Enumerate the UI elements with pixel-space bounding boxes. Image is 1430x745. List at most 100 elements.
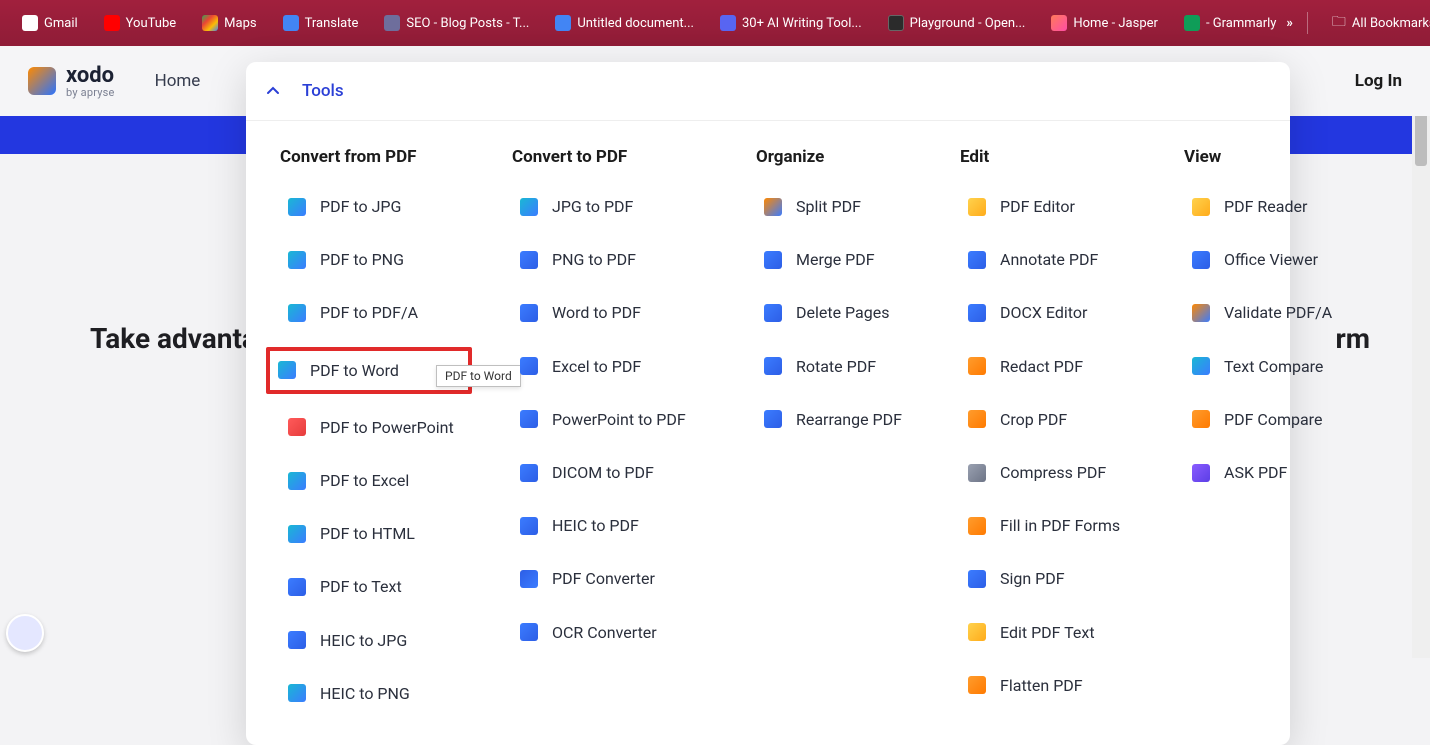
- tool-label: Excel to PDF: [552, 357, 641, 376]
- bookmark-seo[interactable]: SEO - Blog Posts - T...: [374, 11, 539, 35]
- separator: [1307, 12, 1308, 34]
- tool-heic-to-pdf[interactable]: HEIC to PDF: [512, 506, 722, 545]
- tools-menu-title: Tools: [302, 81, 344, 101]
- tool-label: Annotate PDF: [1000, 250, 1098, 269]
- tool-pdf-compare[interactable]: PDF Compare: [1184, 400, 1354, 439]
- chat-bubble[interactable]: [6, 614, 44, 652]
- tool-delete-pages[interactable]: Delete Pages: [756, 293, 926, 332]
- reader-icon: [1192, 198, 1210, 216]
- brand[interactable]: xodo by apryse: [28, 65, 115, 98]
- col-title: Convert from PDF: [280, 147, 478, 167]
- bookmark-translate[interactable]: Translate: [273, 11, 369, 35]
- bookmark-grammarly[interactable]: - Grammarly: [1174, 11, 1286, 35]
- col-convert-from-pdf: Convert from PDF PDF to JPG PDF to PNG P…: [280, 147, 478, 727]
- tool-fill-forms[interactable]: Fill in PDF Forms: [960, 506, 1150, 545]
- bookmark-label: SEO - Blog Posts - T...: [406, 16, 529, 31]
- bookmarks-left: Gmail YouTube Maps Translate SEO - Blog …: [12, 11, 1286, 35]
- tool-ocr-converter[interactable]: OCR Converter: [512, 613, 722, 652]
- file-icon: [288, 525, 306, 543]
- tool-pdf-to-png[interactable]: PDF to PNG: [280, 240, 478, 279]
- tool-dicom-to-pdf[interactable]: DICOM to PDF: [512, 453, 722, 492]
- tool-word-to-pdf[interactable]: Word to PDF: [512, 293, 722, 332]
- tool-text-compare[interactable]: Text Compare: [1184, 347, 1354, 386]
- tool-pdf-converter[interactable]: PDF Converter: [512, 559, 722, 598]
- tool-edit-pdf-text[interactable]: Edit PDF Text: [960, 613, 1150, 652]
- annotate-icon: [968, 251, 986, 269]
- tool-pdf-to-html[interactable]: PDF to HTML: [280, 514, 478, 553]
- translate-icon: [283, 15, 299, 31]
- bookmarks-overflow[interactable]: »: [1286, 16, 1293, 31]
- tool-heic-to-png[interactable]: HEIC to PNG: [280, 674, 478, 713]
- tool-sign-pdf[interactable]: Sign PDF: [960, 559, 1150, 598]
- tool-split-pdf[interactable]: Split PDF: [756, 187, 926, 226]
- folder-icon: 🗀: [1332, 11, 1346, 35]
- tool-label: PDF Compare: [1224, 410, 1322, 429]
- tool-crop-pdf[interactable]: Crop PDF: [960, 400, 1150, 439]
- tool-annotate-pdf[interactable]: Annotate PDF: [960, 240, 1150, 279]
- tool-pdf-to-text[interactable]: PDF to Text: [280, 567, 478, 606]
- file-icon: [520, 517, 538, 535]
- tool-rearrange-pdf[interactable]: Rearrange PDF: [756, 400, 926, 439]
- tool-ask-pdf[interactable]: ASK PDF: [1184, 453, 1354, 492]
- col-title: Organize: [756, 147, 926, 167]
- tool-validate-pdfa[interactable]: Validate PDF/A: [1184, 293, 1354, 332]
- bookmark-untitled-doc[interactable]: Untitled document...: [545, 11, 704, 35]
- login-link[interactable]: Log In: [1355, 71, 1402, 91]
- grammarly-icon: [1184, 15, 1200, 31]
- tool-png-to-pdf[interactable]: PNG to PDF: [512, 240, 722, 279]
- tool-pdf-editor[interactable]: PDF Editor: [960, 187, 1150, 226]
- tool-label: Fill in PDF Forms: [1000, 516, 1120, 535]
- file-icon: [520, 464, 538, 482]
- bookmark-label: Playground - Open...: [910, 16, 1026, 31]
- all-bookmarks[interactable]: 🗀 All Bookmarks: [1322, 7, 1430, 39]
- bookmarks-bar: Gmail YouTube Maps Translate SEO - Blog …: [0, 0, 1430, 46]
- tool-label: Text Compare: [1224, 357, 1323, 376]
- file-icon: [520, 357, 538, 375]
- scrollbar[interactable]: [1412, 46, 1430, 658]
- file-icon: [520, 410, 538, 428]
- tool-pdf-reader[interactable]: PDF Reader: [1184, 187, 1354, 226]
- tool-label: PDF to Excel: [320, 471, 409, 490]
- tools-columns: Convert from PDF PDF to JPG PDF to PNG P…: [246, 121, 1290, 727]
- all-bookmarks-label: All Bookmarks: [1352, 16, 1430, 31]
- maps-icon: [202, 15, 218, 31]
- tool-docx-editor[interactable]: DOCX Editor: [960, 293, 1150, 332]
- tool-pdf-to-powerpoint[interactable]: PDF to PowerPoint: [280, 408, 478, 447]
- tool-label: PDF to Text: [320, 577, 402, 596]
- sign-icon: [968, 570, 986, 588]
- redact-icon: [968, 357, 986, 375]
- tool-rotate-pdf[interactable]: Rotate PDF: [756, 347, 926, 386]
- tool-flatten-pdf[interactable]: Flatten PDF: [960, 666, 1150, 705]
- viewer-icon: [1192, 251, 1210, 269]
- tool-heic-to-jpg[interactable]: HEIC to JPG: [280, 621, 478, 660]
- tooltip: PDF to Word: [436, 365, 521, 387]
- bookmark-maps[interactable]: Maps: [192, 11, 266, 35]
- bookmark-youtube[interactable]: YouTube: [94, 11, 187, 35]
- nav-home[interactable]: Home: [155, 71, 201, 91]
- tool-powerpoint-to-pdf[interactable]: PowerPoint to PDF: [512, 400, 722, 439]
- brand-logo-icon: [28, 67, 56, 95]
- tool-pdf-to-pdfa[interactable]: PDF to PDF/A: [280, 293, 478, 332]
- file-icon: [278, 361, 296, 379]
- tool-pdf-to-jpg[interactable]: PDF to JPG: [280, 187, 478, 226]
- bookmark-ai-writing[interactable]: 30+ AI Writing Tool...: [710, 11, 872, 35]
- tool-label: Split PDF: [796, 197, 861, 216]
- brand-text: xodo by apryse: [66, 65, 115, 98]
- tools-menu-header[interactable]: Tools: [246, 62, 1290, 121]
- tool-pdf-to-excel[interactable]: PDF to Excel: [280, 461, 478, 500]
- tool-merge-pdf[interactable]: Merge PDF: [756, 240, 926, 279]
- file-icon: [288, 198, 306, 216]
- tool-redact-pdf[interactable]: Redact PDF: [960, 347, 1150, 386]
- tool-pdf-to-word[interactable]: PDF to Word PDF to Word: [266, 347, 472, 394]
- tool-excel-to-pdf[interactable]: Excel to PDF: [512, 347, 722, 386]
- bookmark-gmail[interactable]: Gmail: [12, 11, 88, 35]
- file-icon: [520, 251, 538, 269]
- tool-label: PowerPoint to PDF: [552, 410, 686, 429]
- bookmark-jasper[interactable]: Home - Jasper: [1041, 11, 1168, 35]
- bookmark-playground[interactable]: Playground - Open...: [878, 11, 1036, 35]
- tool-label: PDF to PNG: [320, 250, 404, 269]
- tool-office-viewer[interactable]: Office Viewer: [1184, 240, 1354, 279]
- tool-jpg-to-pdf[interactable]: JPG to PDF: [512, 187, 722, 226]
- tool-label: Rotate PDF: [796, 357, 876, 376]
- tool-compress-pdf[interactable]: Compress PDF: [960, 453, 1150, 492]
